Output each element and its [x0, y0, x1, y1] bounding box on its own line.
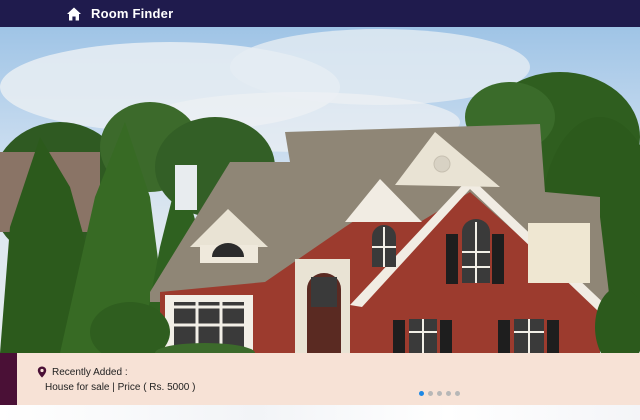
location-pin-icon [37, 366, 47, 378]
recently-added-panel: Recently Added : House for sale | Price … [0, 353, 640, 405]
carousel-dot-4[interactable] [446, 391, 451, 396]
carousel-dot-1[interactable] [419, 391, 424, 396]
hero-house-image [0, 27, 640, 353]
listing-detail: House for sale | Price ( Rs. 5000 ) [45, 382, 196, 393]
recently-added-heading: Recently Added : [52, 366, 128, 378]
accent-bar [0, 353, 17, 405]
brand-title: Room Finder [91, 6, 174, 21]
carousel-dot-3[interactable] [437, 391, 442, 396]
home-icon [66, 6, 82, 22]
carousel-dot-5[interactable] [455, 391, 460, 396]
page-bottom-strip [0, 405, 640, 420]
top-navbar: Room Finder [0, 0, 640, 27]
listing-summary[interactable]: Recently Added : House for sale | Price … [37, 366, 195, 393]
carousel-indicators [419, 391, 460, 396]
carousel-dot-2[interactable] [428, 391, 433, 396]
brand-link[interactable]: Room Finder [66, 6, 173, 22]
